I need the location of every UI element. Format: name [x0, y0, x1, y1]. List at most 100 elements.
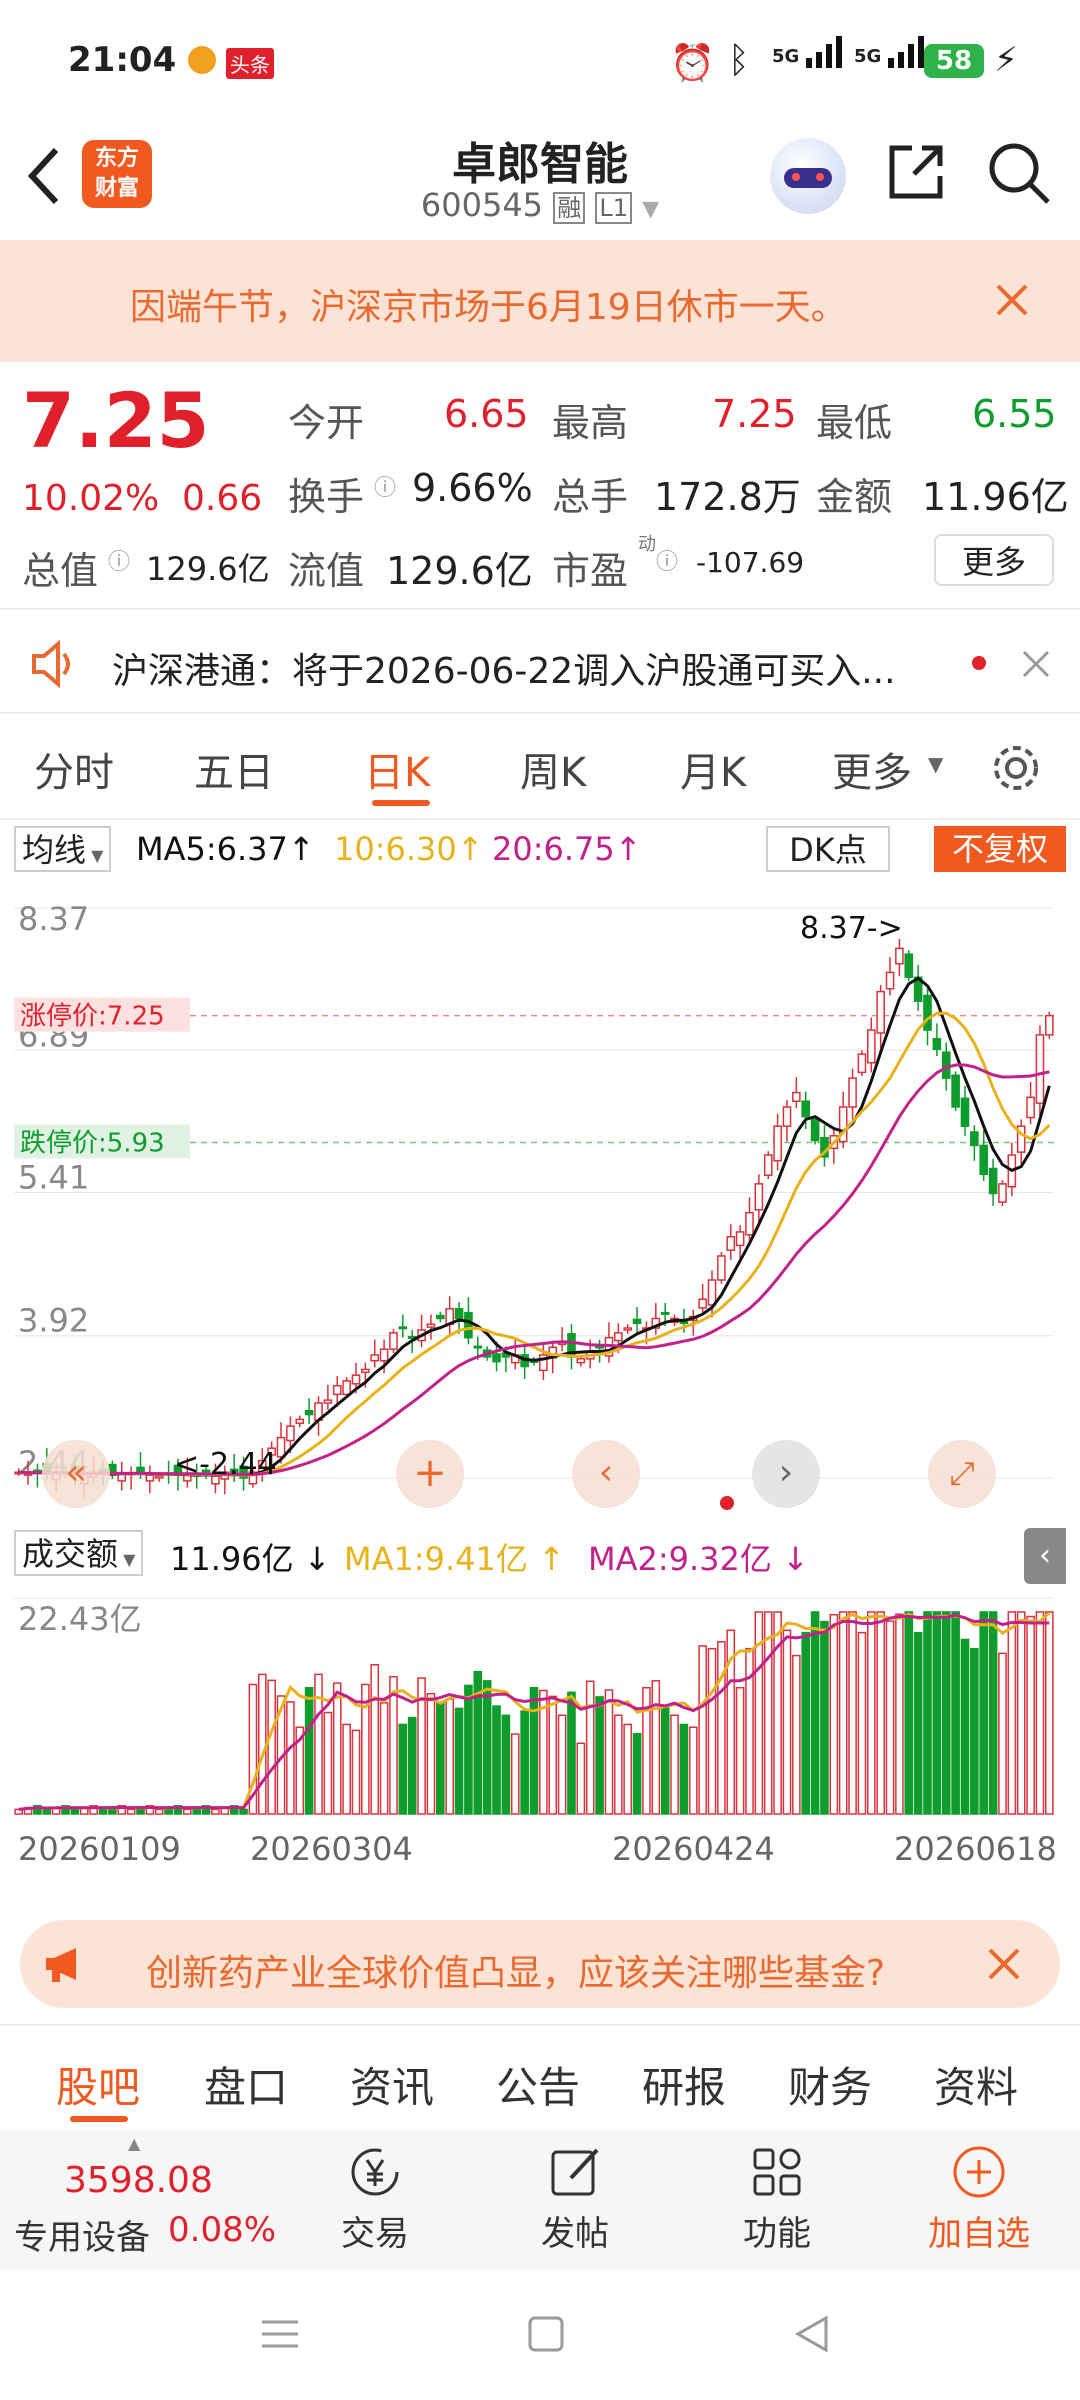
- candle-body: [398, 1326, 408, 1330]
- tab-profile[interactable]: 资料: [934, 2054, 1018, 2115]
- adjust-button[interactable]: 不复权: [934, 826, 1066, 872]
- volume-chart[interactable]: 22.43亿 20260109 20260304 20260424 20260618: [14, 1588, 1066, 1894]
- volume-bar: [351, 1729, 361, 1815]
- dk-button[interactable]: DK点: [766, 826, 890, 872]
- share-icon[interactable]: [884, 140, 948, 204]
- home-icon[interactable]: [526, 2314, 566, 2354]
- jump-left-button[interactable]: «: [42, 1440, 110, 1508]
- robot-assistant-icon[interactable]: [770, 138, 846, 214]
- volume-bar: [183, 1808, 192, 1815]
- gear-icon[interactable]: [990, 742, 1042, 794]
- info-icon[interactable]: ⓘ: [374, 470, 396, 502]
- next-button[interactable]: ›: [752, 1440, 820, 1508]
- candlestick-chart[interactable]: 8.376.895.413.922.44涨停价:7.25跌停价:5.938.37…: [14, 878, 1066, 1514]
- candle-body: [941, 1051, 951, 1079]
- add-watchlist-button[interactable]: 加自选: [914, 2130, 1044, 2270]
- date-tick-label: 20260618: [894, 1830, 1057, 1868]
- fund-ad-banner[interactable]: 创新药产业全球价值凸显，应该关注哪些基金?: [20, 1920, 1060, 2008]
- candle-body: [304, 1409, 314, 1416]
- volume-bar: [435, 1702, 445, 1815]
- candle-body: [717, 1255, 726, 1281]
- tab-weekly-k[interactable]: 周K: [520, 740, 586, 798]
- tab-daily-k[interactable]: 日K: [364, 740, 430, 798]
- min-annotation: <-2.44: [174, 1447, 277, 1482]
- ma5-value: MA5:6.37: [136, 830, 288, 868]
- menu-icon[interactable]: [260, 2314, 300, 2354]
- close-icon[interactable]: [986, 1946, 1022, 1982]
- tab-monthly-k[interactable]: 月K: [680, 740, 746, 798]
- volume-bar: [286, 1701, 295, 1815]
- low-label: 最低: [816, 401, 893, 445]
- tab-intraday[interactable]: 分时: [34, 740, 114, 798]
- change-value: 0.66: [182, 478, 263, 519]
- active-tab-indicator: [372, 800, 430, 806]
- tab-finance[interactable]: 财务: [788, 2054, 872, 2115]
- function-button[interactable]: 功能: [722, 2130, 832, 2270]
- hk-notice-text: 沪深港通：将于2026-06-22调入沪股通可买入...: [112, 651, 896, 692]
- volume-bar: [941, 1611, 951, 1815]
- candle-body: [698, 1298, 707, 1309]
- ma10-line: [18, 1011, 1051, 1477]
- tab-five-day[interactable]: 五日: [194, 740, 274, 798]
- volume-bar: [688, 1726, 698, 1815]
- dk-label: DK点: [789, 831, 867, 869]
- volume-current: 11.96亿: [170, 1540, 294, 1578]
- ma-selector[interactable]: 均线 ▼: [14, 826, 112, 872]
- volume-bar: [267, 1679, 276, 1815]
- index-widget[interactable]: ▲ 3598.08 专用设备 0.08%: [0, 2130, 290, 2270]
- volume-bar: [407, 1716, 417, 1815]
- volume-bar: [923, 1611, 932, 1815]
- fullscreen-button[interactable]: ⤢: [928, 1440, 996, 1508]
- candle-body: [426, 1323, 436, 1328]
- post-label: 发帖: [541, 2214, 609, 2254]
- close-icon[interactable]: [992, 280, 1032, 320]
- candle-body: [576, 1358, 586, 1364]
- post-button[interactable]: 发帖: [520, 2130, 630, 2270]
- candle-body: [276, 1436, 286, 1458]
- candle-body: [435, 1314, 445, 1320]
- collapse-button[interactable]: ‹: [1024, 1528, 1066, 1584]
- index-pct: 0.08%: [168, 2210, 277, 2250]
- volume-bar: [501, 1714, 511, 1815]
- prev-button[interactable]: ‹: [572, 1440, 640, 1508]
- megaphone-icon: [46, 1948, 76, 1982]
- tab-orderbook[interactable]: 盘口: [204, 2054, 288, 2115]
- volume-bar: [332, 1682, 342, 1815]
- volume-bar: [829, 1613, 839, 1815]
- volume-bar: [70, 1808, 80, 1815]
- volume-bar: [792, 1654, 801, 1815]
- eastmoney-logo[interactable]: 东方 财富: [82, 140, 152, 208]
- high-value: 7.25: [712, 392, 797, 436]
- volume-bar: [454, 1707, 464, 1815]
- volume-selector[interactable]: 成交额 ▼: [14, 1530, 144, 1576]
- tab-research[interactable]: 研报: [642, 2054, 726, 2115]
- limit-up-label: 涨停价:7.25: [20, 1002, 165, 1032]
- trade-button[interactable]: 交易: [320, 2130, 430, 2270]
- volume-bar: [576, 1742, 586, 1815]
- zoom-in-button[interactable]: +: [396, 1440, 464, 1508]
- info-icon[interactable]: ⓘ: [656, 544, 678, 576]
- turnover-value: 9.66%: [412, 466, 533, 510]
- tab-announcements[interactable]: 公告: [496, 2054, 580, 2115]
- volume-bar: [529, 1686, 539, 1815]
- candle-body: [745, 1211, 754, 1236]
- more-button[interactable]: 更多: [934, 534, 1054, 586]
- tab-guba[interactable]: 股吧: [56, 2054, 140, 2115]
- search-icon[interactable]: [986, 140, 1052, 206]
- volume-bar: [679, 1723, 689, 1815]
- holiday-notice[interactable]: 因端午节，沪深京市场于6月19日休市一天。: [0, 240, 1080, 362]
- candle-body: [286, 1425, 295, 1442]
- mktcap-value: 129.6亿: [146, 550, 270, 588]
- back-icon[interactable]: [792, 2314, 832, 2354]
- ma10-readout: 10:6.30↑: [334, 830, 484, 868]
- candle-body: [136, 1466, 145, 1473]
- pe-value: -107.69: [696, 546, 805, 579]
- info-icon[interactable]: ⓘ: [108, 544, 130, 576]
- close-icon[interactable]: [1020, 648, 1052, 680]
- tab-news[interactable]: 资讯: [350, 2054, 434, 2115]
- tab-more[interactable]: 更多: [832, 740, 912, 798]
- candle-body: [801, 1100, 811, 1118]
- pe-label: 市盈: [552, 549, 629, 593]
- chevron-down-icon: ▼: [118, 1550, 136, 1569]
- volume-bar: [585, 1680, 595, 1815]
